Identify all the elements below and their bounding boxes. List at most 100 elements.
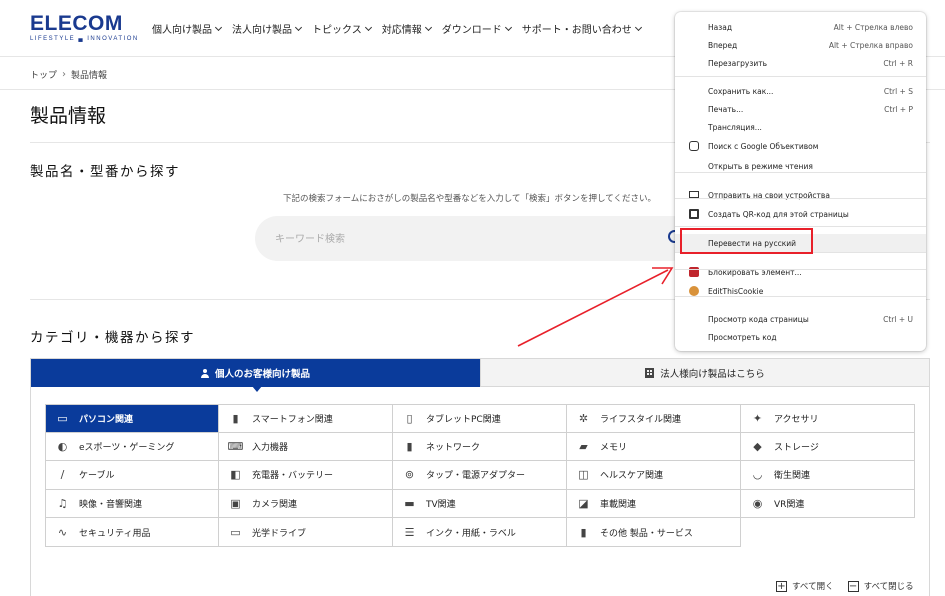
tablet-icon: ▯ xyxy=(406,411,413,425)
category-label: 入力機器 xyxy=(252,442,289,453)
expand-all-button[interactable]: + すべて開く xyxy=(776,580,834,592)
nav-item-business[interactable]: 法人向け製品 xyxy=(232,21,303,36)
category-item[interactable]: ◉ VR関連 xyxy=(741,489,915,519)
chevron-down-icon xyxy=(364,23,372,31)
context-menu-item[interactable]: EditThisCookie xyxy=(675,282,926,300)
context-menu-label: Просмотреть код xyxy=(708,332,777,342)
category-item[interactable]: ▭ 光学ドライブ xyxy=(219,518,393,547)
car-charger-icon: ◪ xyxy=(578,497,589,511)
category-label: 衛生関連 xyxy=(774,471,811,482)
category-label: セキュリティ用品 xyxy=(79,528,151,539)
tab-personal-products[interactable]: 個人のお客様向け製品 xyxy=(31,359,480,387)
power-tap-icon: ⊚ xyxy=(404,468,415,482)
category-label: ネットワーク xyxy=(426,442,481,453)
security-cable-icon: ∿ xyxy=(57,525,68,539)
category-item[interactable]: ☰ インク・用紙・ラベル xyxy=(393,518,567,547)
context-menu-item[interactable]: Печать... Ctrl + P xyxy=(675,100,926,118)
category-item[interactable]: ▮ スマートフォン関連 xyxy=(219,404,393,433)
nav-label: トピックス xyxy=(312,25,362,36)
nav-item-personal[interactable]: 個人向け製品 xyxy=(152,21,223,36)
category-item[interactable]: ◆ ストレージ xyxy=(741,432,915,462)
breadcrumb-home[interactable]: トップ xyxy=(30,68,57,81)
context-menu-label: Перезагрузить xyxy=(708,58,768,68)
category-item[interactable]: ▯ タブレットPC関連 xyxy=(393,404,567,433)
context-menu-shortcut: Ctrl + R xyxy=(883,58,913,68)
tab-pointer xyxy=(252,386,262,392)
context-menu-label: Перевести на русский xyxy=(708,238,797,248)
elecom-logo[interactable]: ELECOM LIFESTYLE ▄ INNOVATION xyxy=(30,13,139,42)
category-label: TV関連 xyxy=(426,500,456,511)
context-menu-label: Создать QR-код для этой страницы xyxy=(708,209,849,219)
category-item[interactable]: ⊚ タップ・電源アダプター xyxy=(393,461,567,490)
arrow-head xyxy=(652,267,674,285)
category-item[interactable]: ▮ ネットワーク xyxy=(393,432,567,462)
tv-icon: ▬ xyxy=(404,497,415,511)
building-icon xyxy=(645,367,655,378)
context-menu-item[interactable]: Просмотреть код xyxy=(675,328,926,346)
category-item[interactable]: ◧ 充電器・バッテリー xyxy=(219,461,393,490)
tab-business-products[interactable]: 法人様向け製品はこちら xyxy=(480,359,929,387)
context-menu-shortcut: Ctrl + P xyxy=(884,104,913,114)
context-menu-label: EditThisCookie xyxy=(708,286,764,296)
context-menu-item[interactable]: Просмотр кода страницы Ctrl + U xyxy=(675,310,926,328)
context-menu-label: Вперед xyxy=(708,40,738,50)
category-item[interactable]: ✦ アクセサリ xyxy=(741,404,915,433)
chevron-down-icon xyxy=(504,23,512,31)
expand-controls: + すべて開く − すべて閉じる xyxy=(776,580,914,592)
chevron-down-icon xyxy=(214,23,223,31)
category-item[interactable]: ▭ パソコン関連 xyxy=(45,404,219,433)
nav-item-download[interactable]: ダウンロード xyxy=(441,21,512,36)
collapse-all-button[interactable]: − すべて閉じる xyxy=(847,580,914,592)
search-input[interactable] xyxy=(275,230,655,248)
category-label: メモリ xyxy=(600,442,628,453)
category-label: ヘルスケア関連 xyxy=(600,471,664,482)
category-item[interactable]: ◡ 衛生関連 xyxy=(741,461,915,490)
person-icon xyxy=(200,368,209,378)
mask-icon: ◡ xyxy=(752,468,763,482)
context-menu-separator xyxy=(675,76,926,77)
category-label: アクセサリ xyxy=(774,414,819,425)
cable-icon: ∕ xyxy=(60,468,65,482)
camera-icon: ▣ xyxy=(230,497,241,511)
category-label: 映像・音響関連 xyxy=(79,500,143,511)
context-menu-item[interactable]: Трансляция... xyxy=(675,118,926,136)
hdd-icon: ◆ xyxy=(753,439,762,453)
other-icon: ▮ xyxy=(580,525,587,539)
category-item[interactable]: ▰ メモリ xyxy=(567,432,741,462)
context-menu-label: Поиск с Google Объективом xyxy=(708,141,819,151)
category-item[interactable]: ▬ TV関連 xyxy=(393,489,567,519)
context-menu-item[interactable]: Назад Alt + Стрелка влево xyxy=(675,18,926,36)
nav-item-compatibility[interactable]: 対応情報 xyxy=(382,21,432,36)
nav-item-support[interactable]: サポート・お問い合わせ xyxy=(522,21,642,36)
context-menu-item[interactable]: Вперед Alt + Стрелка вправо xyxy=(675,36,926,54)
category-label: 車載関連 xyxy=(600,500,637,511)
context-menu-separator xyxy=(675,296,926,297)
category-item[interactable]: ♫ 映像・音響関連 xyxy=(45,489,219,519)
category-item[interactable]: ▮ その他 製品・サービス xyxy=(567,518,741,547)
tab-label: 法人様向け製品はこちら xyxy=(660,368,765,380)
gaming-mouse-icon: ◐ xyxy=(57,439,68,453)
category-item[interactable]: ▣ カメラ関連 xyxy=(219,489,393,519)
context-menu-item[interactable]: Сохранить как... Ctrl + S xyxy=(675,82,926,100)
logo-tagline: LIFESTYLE ▄ INNOVATION xyxy=(30,36,139,42)
context-menu-item[interactable]: Отправить на свои устройства xyxy=(675,186,926,204)
category-item[interactable]: ∕ ケーブル xyxy=(45,461,219,490)
context-menu-item[interactable]: Перезагрузить Ctrl + R xyxy=(675,54,926,72)
category-item[interactable]: ◫ ヘルスケア関連 xyxy=(567,461,741,490)
context-menu-item[interactable]: Блокировать элемент... xyxy=(675,263,926,281)
category-item[interactable]: ✲ ライフスタイル関連 xyxy=(567,404,741,433)
context-menu-item[interactable]: Создать QR-код для этой страницы xyxy=(675,205,926,223)
category-item[interactable]: ◐ eスポーツ・ゲーミング xyxy=(45,432,219,462)
context-menu-label: Открыть в режиме чтения xyxy=(708,161,813,171)
nav-label: ダウンロード xyxy=(441,25,502,36)
context-menu-item[interactable]: Поиск с Google Объективом xyxy=(675,137,926,155)
chevron-down-icon xyxy=(294,23,303,31)
category-item[interactable]: ⌨ 入力機器 xyxy=(219,432,393,462)
category-item[interactable]: ◪ 車載関連 xyxy=(567,489,741,519)
tab-label: 個人のお客様向け製品 xyxy=(214,369,310,380)
accessory-icon: ✦ xyxy=(752,411,763,425)
category-item[interactable]: ∿ セキュリティ用品 xyxy=(45,518,219,547)
nav-item-topics[interactable]: トピックス xyxy=(312,21,372,36)
chevron-down-icon xyxy=(424,23,432,31)
context-menu-item[interactable]: Перевести на русский xyxy=(675,234,926,252)
